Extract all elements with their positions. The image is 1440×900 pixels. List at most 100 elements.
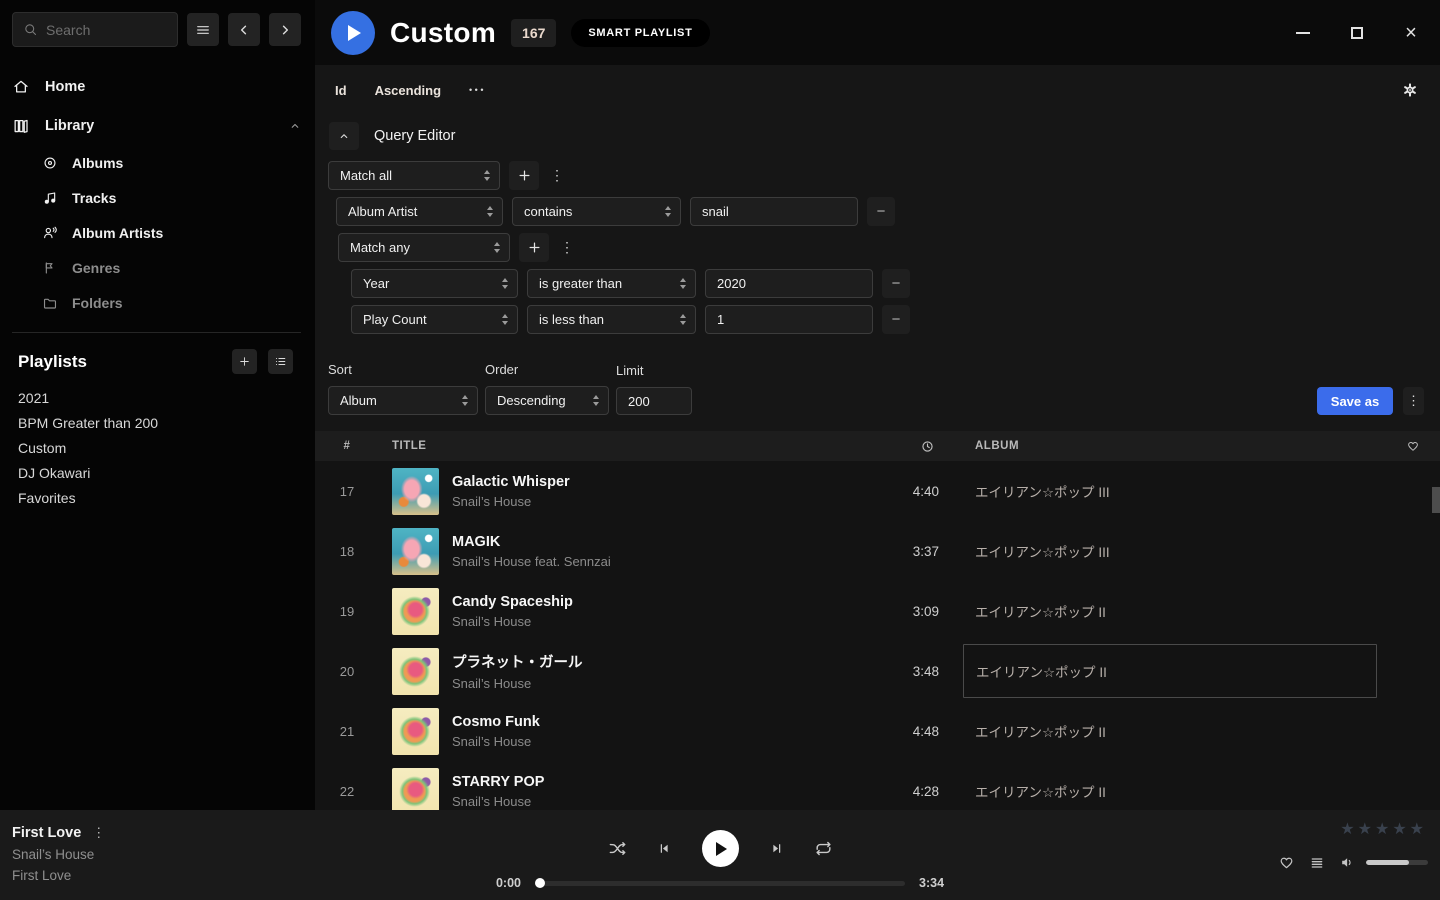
rule-field-select[interactable]: Play Count <box>351 305 518 334</box>
star-icon[interactable]: ★ <box>1410 822 1424 838</box>
save-as-button[interactable]: Save as <box>1317 387 1393 415</box>
sidebar-item-label: Tracks <box>72 190 116 206</box>
playlists-header: Playlists <box>0 333 315 374</box>
seek-bar[interactable] <box>535 881 905 886</box>
select-value: is less than <box>539 312 604 327</box>
match-type-select[interactable]: Match any <box>338 233 510 262</box>
track-album-cell[interactable]: エイリアン☆ポップ II <box>945 581 1385 641</box>
table-row[interactable]: 22 STARRY POP Snail’s House 4:28 エイリアン☆ポ… <box>315 761 1440 814</box>
match-type-select[interactable]: Match all <box>328 161 500 190</box>
chevron-up-icon[interactable] <box>289 120 301 132</box>
duration-column-header[interactable] <box>920 439 945 454</box>
track-album-cell-focused[interactable]: エイリアン☆ポップ II <box>945 641 1385 701</box>
repeat-button[interactable] <box>814 839 833 858</box>
sidebar-item-library[interactable]: Library <box>12 106 301 145</box>
rule-value-input[interactable] <box>690 197 858 226</box>
column-header-title[interactable]: TITLE <box>379 440 855 452</box>
sidebar-item-tracks[interactable]: Tracks <box>42 180 301 215</box>
table-row[interactable]: 18 MAGIK Snail’s House feat. Sennzai 3:3… <box>315 521 1440 581</box>
remove-rule-button[interactable]: − <box>867 197 895 226</box>
limit-input[interactable] <box>616 387 692 415</box>
playlist-item[interactable]: Custom <box>18 435 301 460</box>
rule-field-select[interactable]: Year <box>351 269 518 298</box>
favorite-button[interactable] <box>1278 854 1295 871</box>
track-album-cell[interactable]: エイリアン☆ポップ III <box>945 521 1385 581</box>
close-button[interactable]: × <box>1396 18 1426 48</box>
playlist-item[interactable]: 2021 <box>18 385 301 410</box>
save-menu-button[interactable]: ⋮ <box>1403 387 1424 415</box>
sort-field-control[interactable]: Id <box>335 83 347 98</box>
sidebar-item-folders[interactable]: Folders <box>42 285 301 320</box>
table-header: # TITLE ALBUM <box>315 431 1440 461</box>
sidebar-item-home[interactable]: Home <box>12 67 301 106</box>
queue-button[interactable] <box>1309 855 1325 871</box>
group-menu-button[interactable]: ⋮ <box>558 233 576 262</box>
minimize-button[interactable] <box>1288 18 1318 48</box>
nav-forward-button[interactable] <box>269 13 301 46</box>
table-row[interactable]: 17 Galactic Whisper Snail’s House 4:40 エ… <box>315 461 1440 521</box>
table-row[interactable]: 21 Cosmo Funk Snail’s House 4:48 エイリアン☆ポ… <box>315 701 1440 761</box>
query-group-row: Match all ⋮ <box>328 161 1440 190</box>
menu-button[interactable] <box>187 13 219 46</box>
scrollbar-thumb[interactable] <box>1432 487 1440 513</box>
shuffle-button[interactable] <box>608 839 627 858</box>
play-button[interactable] <box>702 830 739 867</box>
skip-back-icon <box>657 841 672 856</box>
library-icon <box>12 117 30 135</box>
order-select[interactable]: Descending <box>485 386 609 415</box>
star-icon[interactable]: ★ <box>1392 822 1406 838</box>
playlist-item[interactable]: BPM Greater than 200 <box>18 410 301 435</box>
search-box[interactable] <box>12 12 178 47</box>
rule-operator-select[interactable]: is less than <box>527 305 696 334</box>
rule-operator-select[interactable]: is greater than <box>527 269 696 298</box>
star-icon[interactable]: ★ <box>1340 822 1354 838</box>
star-icon[interactable]: ★ <box>1358 822 1372 838</box>
playlist-item[interactable]: DJ Okawari <box>18 460 301 485</box>
column-header-album[interactable]: ALBUM <box>945 440 1385 452</box>
sort-select[interactable]: Album <box>328 386 478 415</box>
playlist-item[interactable]: Favorites <box>18 485 301 510</box>
rule-operator-select[interactable]: contains <box>512 197 681 226</box>
sidebar-item-albums[interactable]: Albums <box>42 145 301 180</box>
sort-direction-control[interactable]: Ascending <box>375 83 441 98</box>
add-rule-button[interactable] <box>519 233 549 262</box>
star-icon[interactable]: ★ <box>1375 822 1389 838</box>
chevron-left-icon <box>237 23 251 37</box>
track-table: # TITLE ALBUM 17 Galactic Whisper <box>315 431 1440 814</box>
track-album-cell[interactable]: エイリアン☆ポップ II <box>945 701 1385 761</box>
seek-handle[interactable] <box>535 878 545 888</box>
track-album-cell[interactable]: エイリアン☆ポップ II <box>945 761 1385 814</box>
add-playlist-button[interactable] <box>232 349 257 374</box>
maximize-button[interactable] <box>1342 18 1372 48</box>
add-rule-button[interactable] <box>509 161 539 190</box>
settings-button[interactable] <box>1402 82 1418 98</box>
remove-rule-button[interactable]: − <box>882 269 910 298</box>
search-input[interactable] <box>46 22 167 38</box>
favorite-column-header[interactable] <box>1406 439 1420 453</box>
remove-rule-button[interactable]: − <box>882 305 910 334</box>
table-row[interactable]: 19 Candy Spaceship Snail’s House 3:09 エイ… <box>315 581 1440 641</box>
play-playlist-button[interactable] <box>331 11 375 55</box>
column-header-index[interactable]: # <box>315 440 379 452</box>
volume-slider[interactable] <box>1366 860 1428 865</box>
playlist-list-button[interactable] <box>268 349 293 374</box>
sidebar-item-genres[interactable]: Genres <box>42 250 301 285</box>
sidebar-item-label: Home <box>45 79 85 95</box>
track-text: Candy Spaceship Snail’s House <box>452 594 573 629</box>
kebab-icon: ⋮ <box>560 239 574 256</box>
table-row[interactable]: 20 プラネット・ガール Snail’s House 3:48 エイリアン☆ポッ… <box>315 641 1440 701</box>
folder-icon <box>42 295 58 311</box>
rule-value-input[interactable] <box>705 305 873 334</box>
rule-value-input[interactable] <box>705 269 873 298</box>
volume-button[interactable] <box>1339 854 1356 871</box>
track-album-cell[interactable]: エイリアン☆ポップ III <box>945 461 1385 521</box>
track-title-cell: Cosmo Funk Snail’s House <box>379 708 855 755</box>
more-options-button[interactable]: ••• <box>469 85 486 95</box>
nav-back-button[interactable] <box>228 13 260 46</box>
collapse-query-editor-button[interactable] <box>329 122 359 150</box>
sidebar-item-album-artists[interactable]: Album Artists <box>42 215 301 250</box>
previous-button[interactable] <box>657 841 672 856</box>
group-menu-button[interactable]: ⋮ <box>548 161 566 190</box>
rule-field-select[interactable]: Album Artist <box>336 197 503 226</box>
next-button[interactable] <box>769 841 784 856</box>
